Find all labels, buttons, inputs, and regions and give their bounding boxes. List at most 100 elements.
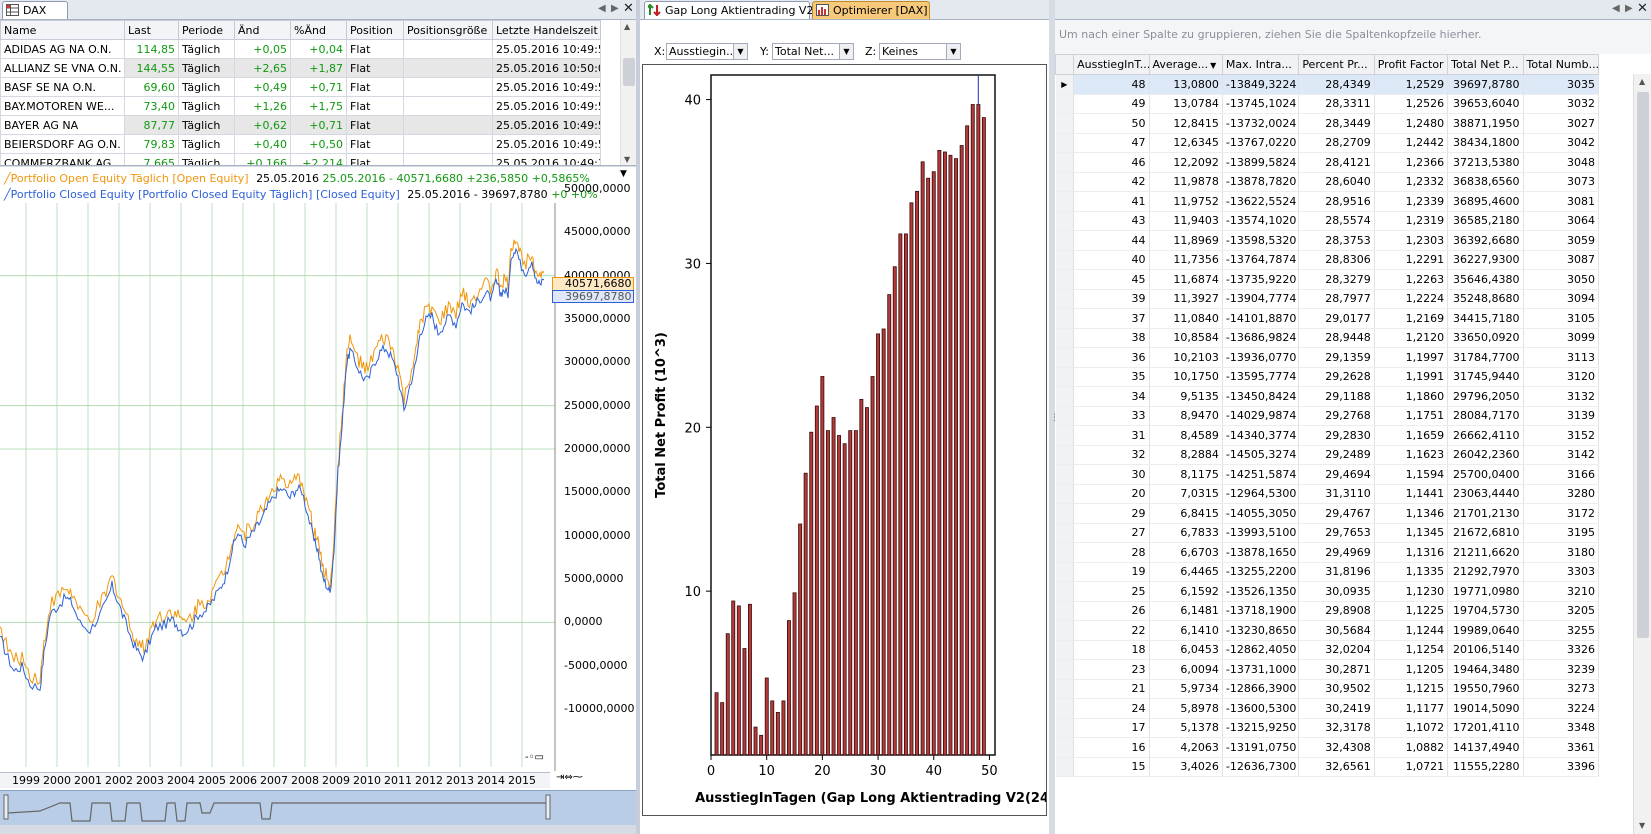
bar-47[interactable]: [970, 104, 975, 756]
bar-7[interactable]: [748, 603, 752, 756]
bar-6[interactable]: [742, 648, 747, 756]
column-header[interactable]: Name: [0, 20, 125, 40]
result-row[interactable]: 16 4,2063 -13191,0750 32,4308 1,0882 14137,49…: [1055, 737, 1600, 758]
watchlist-row[interactable]: ADIDAS AG NA O.N. 114,85 Täglich +0,05 +0,04…: [0, 39, 601, 59]
bar-5[interactable]: [736, 605, 741, 756]
watchlist-scrollbar[interactable]: ▲ ▼: [620, 20, 636, 165]
result-row[interactable]: 40 11,7356 -13764,7874 28,8306 1,2291 36227,9…: [1055, 250, 1600, 270]
watchlist-row[interactable]: BAYER AG NA 87,77 Täglich +0,62 +0,71 Flat 25.…: [0, 115, 601, 135]
bar-14[interactable]: [786, 620, 791, 756]
result-row[interactable]: 44 11,8969 -13598,5320 28,3753 1,2303 36392,6…: [1055, 230, 1600, 251]
result-row[interactable]: 47 12,6345 -13767,0220 28,2709 1,2442 38434,1…: [1055, 133, 1600, 153]
result-row[interactable]: 23 6,0094 -13731,1000 30,2871 1,1205 19464,34…: [1055, 659, 1600, 680]
result-row[interactable]: 18 6,0453 -12862,4050 32,0204 1,1254 20106,51…: [1055, 640, 1600, 660]
bar-16[interactable]: [798, 523, 803, 756]
bar-9[interactable]: [759, 734, 764, 756]
result-row[interactable]: ▶ 48 13,0800 -13849,3224 28,4349 1,2529 39697,…: [1055, 74, 1600, 95]
scroll-down-icon[interactable]: ▼: [1639, 821, 1645, 830]
close-left-panel-icon[interactable]: ✕: [623, 1, 634, 16]
bar-43[interactable]: [948, 154, 953, 756]
bar-46[interactable]: [965, 125, 970, 756]
result-row[interactable]: 38 10,8584 -13686,9824 28,9448 1,2120 33650,0…: [1055, 328, 1600, 348]
optimizer-bar-chart[interactable]: 0 10 20 30 40 50 10 20 30 40 AusstiegInTagen (Gap …: [643, 65, 1061, 815]
result-row[interactable]: 30 8,1175 -14251,5874 29,4694 1,1594 25700,04…: [1055, 464, 1600, 485]
result-row[interactable]: 45 11,6874 -13735,9220 28,3279 1,2263 35646,4…: [1055, 269, 1600, 290]
result-row[interactable]: 19 6,4465 -13255,2200 31,8196 1,1335 21292,79…: [1055, 562, 1600, 582]
result-row[interactable]: 35 10,1750 -13595,7774 29,2628 1,1991 31745,9…: [1055, 367, 1600, 387]
watchlist-row[interactable]: BASF SE NA O.N. 69,60 Täglich +0,49 +0,71 Fla…: [0, 77, 601, 97]
watchlist-row[interactable]: BEIERSDORF AG O.N. 79,83 Täglich +0,40 +0,50…: [0, 134, 601, 154]
bar-18[interactable]: [809, 431, 814, 756]
result-column-header[interactable]: Total Numb...: [1522, 54, 1600, 75]
scroll-tabs-left-icon[interactable]: ◀: [1612, 3, 1620, 14]
bar-22[interactable]: [831, 417, 836, 756]
scroll-tabs-right-icon[interactable]: ▶: [1625, 3, 1633, 14]
time-navigator[interactable]: [0, 790, 636, 825]
tab-dax[interactable]: DAX: [2, 1, 68, 19]
bar-44[interactable]: [954, 158, 958, 756]
result-column-header[interactable]: Average... ▼: [1148, 54, 1223, 75]
result-row[interactable]: 27 6,7833 -13993,5100 29,7653 1,1345 21672,68…: [1055, 523, 1600, 543]
bar-10[interactable]: [764, 677, 769, 756]
bar-33[interactable]: [892, 266, 897, 756]
bar-13[interactable]: [781, 700, 786, 756]
bar-24[interactable]: [842, 443, 847, 756]
watchlist-scroll-thumb[interactable]: [623, 58, 635, 86]
bar-31[interactable]: [881, 328, 886, 756]
bar-23[interactable]: [837, 435, 841, 756]
scroll-up-icon[interactable]: ▲: [1639, 77, 1645, 86]
result-row[interactable]: 32 8,2884 -14505,3274 29,2489 1,1623 26042,23…: [1055, 445, 1600, 465]
bar-2[interactable]: [720, 702, 725, 756]
bar-19[interactable]: [814, 405, 819, 756]
result-row[interactable]: 20 7,0315 -12964,5300 31,3110 1,1441 23063,44…: [1055, 484, 1600, 504]
results-scrollbar[interactable]: ▲ ▼: [1633, 74, 1651, 834]
bar-1[interactable]: [714, 692, 719, 756]
result-row[interactable]: 31 8,4589 -14340,3774 29,2830 1,1659 26662,41…: [1055, 425, 1600, 446]
column-header[interactable]: Periode: [178, 20, 235, 40]
bar-42[interactable]: [942, 151, 947, 756]
column-header[interactable]: Positionsgröße: [403, 20, 493, 40]
bar-25[interactable]: [848, 430, 853, 756]
result-column-header[interactable]: AusstiegInT...: [1073, 54, 1150, 75]
bar-36[interactable]: [909, 202, 914, 756]
bar-35[interactable]: [903, 233, 908, 756]
bar-11[interactable]: [770, 700, 775, 756]
column-header[interactable]: Last: [124, 20, 179, 40]
bar-38[interactable]: [920, 161, 925, 756]
result-row[interactable]: 41 11,9752 -13622,5524 28,9516 1,2339 36895,4…: [1055, 191, 1600, 212]
close-right-panel-icon[interactable]: ✕: [1637, 1, 1648, 16]
bar-39[interactable]: [926, 177, 931, 756]
zoom-controls[interactable]: ⇥⇔⁓: [556, 772, 583, 783]
bar-21[interactable]: [825, 430, 830, 756]
scroll-tabs-right-icon[interactable]: ▶: [611, 3, 619, 14]
y-axis-dropdown[interactable]: Total Net... ▼: [772, 43, 854, 60]
result-row[interactable]: 49 13,0784 -13745,1024 28,3311 1,2526 39653,6…: [1055, 94, 1600, 114]
scroll-down-icon[interactable]: ▼: [624, 155, 630, 164]
result-row[interactable]: 46 12,2092 -13899,5824 28,4121 1,2366 37213,5…: [1055, 152, 1600, 173]
result-row[interactable]: 22 6,1410 -13230,8650 30,5684 1,1244 19989,06…: [1055, 620, 1600, 641]
column-header[interactable]: Letzte Handelszeit: [492, 20, 601, 40]
result-row[interactable]: 29 6,8415 -14055,3050 29,4767 1,1346 21701,21…: [1055, 503, 1600, 524]
watchlist-row[interactable]: BAY.MOTOREN WE... 73,40 Täglich +1,26 +1,75 F…: [0, 96, 601, 116]
bar-49[interactable]: [981, 117, 986, 756]
bar-30[interactable]: [876, 333, 880, 756]
column-header[interactable]: %Änd: [290, 20, 347, 40]
bar-12[interactable]: [775, 712, 780, 756]
column-header[interactable]: Änd: [234, 20, 291, 40]
result-row[interactable]: 43 11,9403 -13574,1020 28,5574 1,2319 36585,2…: [1055, 211, 1600, 231]
result-row[interactable]: 33 8,9470 -14029,9874 29,2768 1,1751 28084,71…: [1055, 406, 1600, 426]
watchlist-row[interactable]: COMMERZBANK AG 7,665 Täglich +0,166 +2,214 Fl…: [0, 153, 601, 165]
result-row[interactable]: 26 6,1481 -13718,1900 29,8908 1,1225 19704,57…: [1055, 601, 1600, 621]
equity-chart[interactable]: [0, 167, 636, 790]
bar-37[interactable]: [915, 190, 919, 756]
bar-17[interactable]: [803, 472, 808, 756]
result-column-header[interactable]: Percent Pr...: [1298, 54, 1375, 75]
result-column-header[interactable]: Max. Intra...: [1221, 54, 1300, 75]
results-scroll-thumb[interactable]: [1637, 92, 1649, 638]
bar-27[interactable]: [859, 398, 864, 756]
bar-8[interactable]: [753, 726, 758, 756]
x-axis-dropdown[interactable]: Ausstiegin... ▼: [666, 43, 748, 60]
result-row[interactable]: 42 11,9878 -13878,7820 28,6040 1,2332 36838,6…: [1055, 172, 1600, 192]
z-axis-dropdown[interactable]: Keines ▼: [879, 43, 961, 60]
result-row[interactable]: 36 10,2103 -13936,0770 29,1359 1,1997 31784,7…: [1055, 347, 1600, 368]
